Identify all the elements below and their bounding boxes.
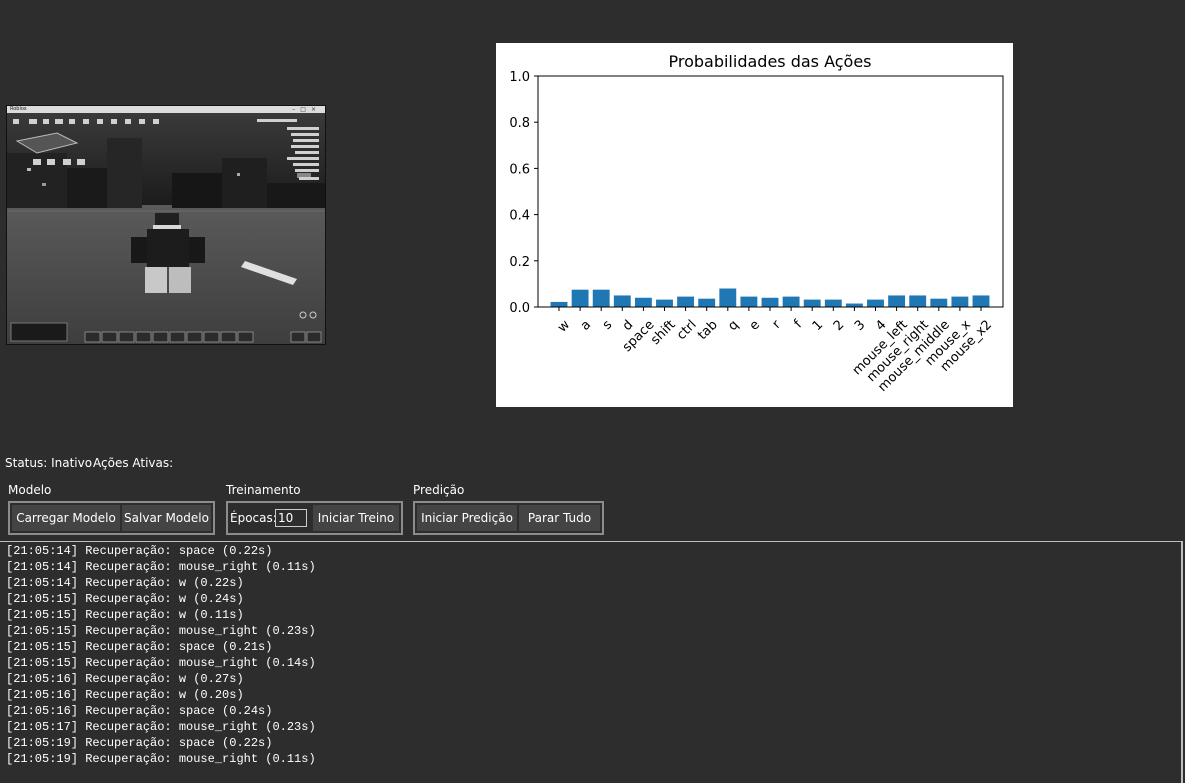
bar-tab <box>698 298 716 307</box>
bar-space <box>634 297 652 307</box>
bar-f <box>782 296 800 307</box>
chart-title: Probabilidades das Ações <box>668 52 871 71</box>
x-tick-label: a <box>578 317 594 333</box>
log-line: [21:05:16] Recuperação: w (0.27s) <box>6 672 244 686</box>
model-group-label: Modelo <box>8 483 52 497</box>
log-line: [21:05:14] Recuperação: mouse_right (0.1… <box>6 560 316 574</box>
epochs-label: Épocas: <box>230 511 277 525</box>
bar-1 <box>803 299 821 307</box>
training-group-label: Treinamento <box>226 483 301 497</box>
stop-all-button[interactable]: Parar Tudo <box>519 505 600 531</box>
bar-4 <box>867 299 884 307</box>
bar-d <box>613 295 631 307</box>
plot-frame <box>537 75 1004 308</box>
game-scene-image <box>7 113 325 344</box>
training-group: Épocas: Iniciar Treino <box>226 501 403 535</box>
x-tick-label: f <box>791 317 805 331</box>
x-tick-label: e <box>747 317 763 333</box>
log-line: [21:05:16] Recuperação: space (0.24s) <box>6 704 273 718</box>
y-tick-label: 0.8 <box>509 116 530 131</box>
action-probability-chart: Probabilidades das Ações 0.0 0.2 0.4 0.6 0.8… <box>496 43 1013 407</box>
load-model-button[interactable]: Carregar Modelo <box>12 505 120 531</box>
active-actions-label: Ações Ativas: <box>93 456 174 470</box>
model-group: Carregar Modelo Salvar Modelo <box>8 501 215 535</box>
x-tick-label: 2 <box>831 317 847 333</box>
bar-r <box>761 297 779 307</box>
preview-titlebar: Roblox –□× <box>7 106 325 113</box>
bar-mouse_middle <box>930 298 948 307</box>
preview-window-title: Roblox <box>10 106 27 112</box>
bar-w <box>550 301 568 307</box>
epochs-input[interactable] <box>275 509 307 527</box>
log-line: [21:05:15] Recuperação: mouse_right (0.1… <box>6 656 316 670</box>
log-line: [21:05:14] Recuperação: space (0.22s) <box>6 544 273 558</box>
log-line: [21:05:17] Recuperação: mouse_right (0.2… <box>6 720 316 734</box>
x-tick-label: ctrl <box>674 317 700 343</box>
bar-q <box>719 288 737 307</box>
log-line: [21:05:19] Recuperação: mouse_right (0.1… <box>6 752 316 766</box>
y-tick-label: 0.0 <box>509 301 530 316</box>
y-axis: 0.0 0.2 0.4 0.6 0.8 1.0 <box>509 70 538 316</box>
log-textarea[interactable]: [21:05:14] Recuperação: space (0.22s) [2… <box>0 541 1183 783</box>
bar-series <box>550 288 990 307</box>
start-prediction-button[interactable]: Iniciar Predição <box>417 505 517 531</box>
log-line: [21:05:15] Recuperação: mouse_right (0.2… <box>6 624 316 638</box>
y-tick-label: 1.0 <box>509 70 530 85</box>
preview-window-controls: –□× <box>292 106 321 113</box>
prediction-group-label: Predição <box>413 483 465 497</box>
bar-e <box>740 296 758 307</box>
log-lines: [21:05:14] Recuperação: space (0.22s) [2… <box>6 543 316 767</box>
bar-mouse_left <box>888 295 906 307</box>
x-tick-label: s <box>600 317 616 333</box>
x-tick-label: q <box>725 317 741 333</box>
x-tick-label: w <box>555 317 573 335</box>
x-tick-label: r <box>770 317 785 332</box>
x-tick-label: 3 <box>852 317 868 333</box>
x-tick-label: tab <box>695 317 721 343</box>
log-line: [21:05:15] Recuperação: w (0.11s) <box>6 608 244 622</box>
bar-mouse_x <box>951 296 969 307</box>
log-line: [21:05:15] Recuperação: w (0.24s) <box>6 592 244 606</box>
bar-ctrl <box>677 296 695 307</box>
bar-shift <box>656 299 673 307</box>
chart-svg: Probabilidades das Ações 0.0 0.2 0.4 0.6 0.8… <box>509 52 1004 395</box>
bar-3 <box>845 303 863 307</box>
start-training-button[interactable]: Iniciar Treino <box>313 505 399 531</box>
bar-mouse_x2 <box>972 295 990 307</box>
bar-s <box>592 289 610 307</box>
bar-mouse_right <box>909 295 927 307</box>
y-tick-label: 0.2 <box>509 255 530 270</box>
y-tick-label: 0.4 <box>509 209 530 224</box>
game-screen-preview: Roblox –□× <box>6 105 326 345</box>
save-model-button[interactable]: Salvar Modelo <box>122 505 211 531</box>
log-line: [21:05:14] Recuperação: w (0.22s) <box>6 576 244 590</box>
prediction-group: Iniciar Predição Parar Tudo <box>413 501 604 535</box>
x-axis: w a s dspaceshiftctrltab q e r f 1 2 3 4mouse_leftm… <box>555 307 995 395</box>
y-tick-label: 0.6 <box>509 162 530 177</box>
log-line: [21:05:19] Recuperação: space (0.22s) <box>6 736 273 750</box>
log-line: [21:05:15] Recuperação: space (0.21s) <box>6 640 273 654</box>
status-label: Status: Inativo <box>5 456 93 470</box>
bar-a <box>571 289 589 307</box>
bar-2 <box>824 299 842 307</box>
log-line: [21:05:16] Recuperação: w (0.20s) <box>6 688 244 702</box>
x-tick-label: 1 <box>810 317 826 333</box>
